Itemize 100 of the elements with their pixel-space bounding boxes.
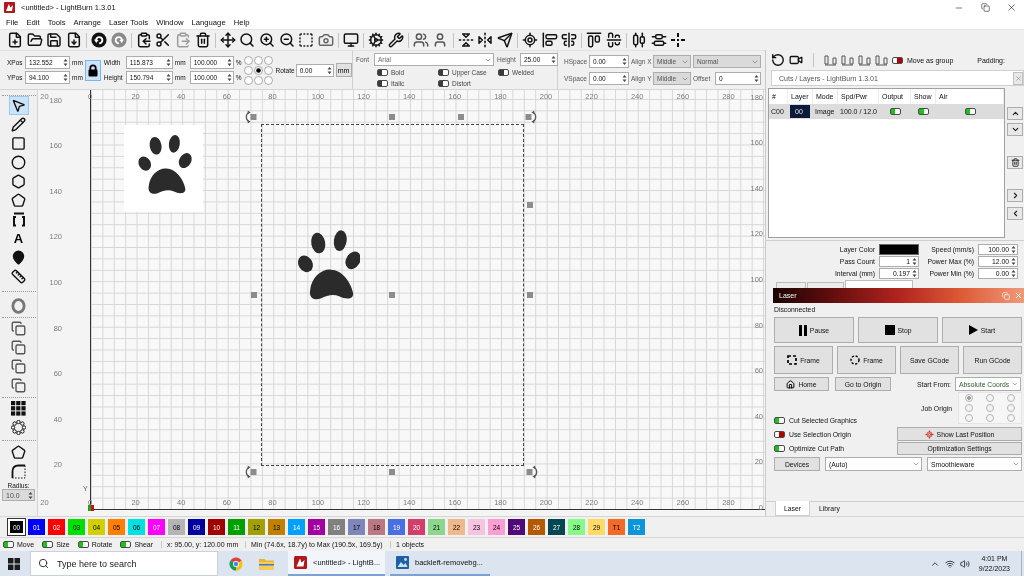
anchor-radio[interactable] (264, 75, 274, 85)
toggle-switch[interactable] (774, 431, 785, 438)
toggle-switch[interactable] (774, 417, 785, 424)
paper-plane-icon[interactable] (496, 32, 513, 48)
spin-arrows-icon[interactable] (1011, 257, 1016, 266)
spin-arrows-icon[interactable] (63, 58, 68, 67)
wifi-icon[interactable] (944, 558, 955, 569)
resize-handle[interactable] (389, 114, 395, 120)
resize-handle[interactable] (527, 292, 533, 298)
speaker-icon[interactable] (959, 558, 970, 569)
spin-arrows-icon[interactable] (326, 65, 332, 75)
anchor-radio[interactable] (244, 65, 254, 75)
dashed-square-icon[interactable] (298, 32, 315, 48)
folder-icon[interactable] (26, 32, 43, 48)
spin-arrows-icon[interactable] (551, 55, 556, 64)
anchor-radio[interactable] (244, 75, 254, 85)
lock-aspect-button[interactable] (84, 59, 101, 81)
scissors-icon[interactable] (155, 32, 172, 48)
search-field[interactable]: Type here to search (30, 551, 218, 576)
camera-icon[interactable] (317, 32, 334, 48)
toggle-switch[interactable] (892, 56, 903, 64)
mirror-icon[interactable] (457, 32, 474, 48)
origin-radio[interactable] (986, 394, 994, 402)
select-tool-button[interactable] (8, 96, 29, 115)
rotate-handle-icon[interactable] (245, 465, 259, 479)
resize-handle[interactable] (527, 202, 533, 208)
rotate-handle-icon[interactable] (524, 465, 538, 479)
monitor-icon[interactable] (342, 32, 359, 48)
spin-arrows-icon[interactable] (63, 73, 68, 82)
save-icon[interactable] (46, 32, 63, 48)
anchor-radio[interactable] (264, 65, 274, 75)
origin-radio[interactable] (986, 414, 994, 422)
collapse-button[interactable] (1007, 207, 1023, 220)
align-middle-icon[interactable] (605, 32, 622, 48)
align-top-icon[interactable] (586, 32, 603, 48)
toggle-switch[interactable] (120, 541, 132, 548)
origin-radio[interactable] (1006, 414, 1015, 422)
origin-radio[interactable] (1006, 404, 1015, 412)
undo-icon[interactable] (90, 32, 107, 48)
origin-radio[interactable] (965, 404, 974, 412)
rotate-handle-icon[interactable] (245, 110, 259, 124)
grid-array-tool-button[interactable] (8, 399, 29, 418)
spin-arrows-icon[interactable] (226, 58, 232, 67)
wrench-icon[interactable] (387, 32, 404, 48)
file-arrow-icon[interactable] (65, 32, 82, 48)
users-icon[interactable] (412, 32, 429, 48)
spin-arrows-icon[interactable] (622, 57, 627, 66)
new-file-icon[interactable] (7, 32, 23, 48)
anchor-radio[interactable] (254, 75, 264, 85)
zoom-out-icon[interactable] (278, 32, 295, 48)
origin-radio[interactable] (965, 394, 974, 402)
toggle-switch[interactable] (42, 541, 54, 548)
anchor-radio[interactable] (254, 65, 264, 75)
spin-arrows-icon[interactable] (912, 269, 917, 278)
spin-arrows-icon[interactable] (165, 58, 171, 67)
mirror-icon[interactable] (477, 32, 494, 48)
crosshair-icon[interactable] (522, 32, 538, 48)
layer-color-swatch[interactable] (879, 244, 919, 255)
spin-arrows-icon[interactable] (1011, 245, 1016, 254)
move-icon[interactable] (219, 32, 236, 48)
delete-button[interactable] (1007, 156, 1023, 169)
spin-arrows-icon[interactable] (165, 73, 171, 82)
spin-arrows-icon[interactable] (622, 74, 627, 83)
toggle-switch[interactable] (889, 108, 901, 115)
zoom-in-icon[interactable] (258, 32, 275, 48)
rotate-handle-icon[interactable] (523, 110, 537, 124)
copy-icon[interactable] (135, 32, 152, 48)
align-center-icon[interactable] (561, 32, 578, 48)
resize-handle[interactable] (458, 114, 464, 120)
dashed-plus-icon[interactable] (670, 32, 687, 48)
spin-arrows-icon[interactable] (1011, 269, 1016, 278)
spin-arrows-icon[interactable] (912, 257, 917, 266)
resize-handle[interactable] (389, 292, 395, 298)
curved-arrow-icon[interactable] (771, 53, 785, 67)
trash-icon[interactable] (194, 32, 211, 48)
move-down-button[interactable] (1007, 123, 1023, 136)
resize-handle[interactable] (251, 292, 257, 298)
settings-icon[interactable] (368, 32, 385, 48)
expand-button[interactable] (1007, 189, 1023, 202)
resize-handle[interactable] (389, 469, 395, 475)
spin-arrows-icon[interactable] (28, 490, 33, 500)
move-up-button[interactable] (1007, 107, 1023, 120)
toggle-switch[interactable] (774, 445, 785, 452)
anchor-radio[interactable] (254, 55, 264, 65)
origin-radio[interactable] (965, 414, 974, 422)
selection-box[interactable] (261, 124, 524, 466)
spin-arrows-icon[interactable] (754, 74, 759, 83)
anchor-radio[interactable] (244, 55, 254, 65)
distribute-icon[interactable] (631, 32, 648, 48)
video-camera-icon[interactable] (789, 53, 803, 67)
toggle-switch[interactable] (3, 541, 14, 548)
anchor-radio[interactable] (264, 55, 274, 65)
toggle-switch[interactable] (918, 108, 929, 115)
align-left-icon[interactable] (541, 32, 558, 48)
origin-radio[interactable] (1006, 394, 1015, 402)
toggle-switch[interactable] (77, 541, 89, 548)
circular-array-tool-button[interactable] (8, 418, 29, 437)
origin-radio[interactable] (986, 404, 994, 412)
distribute-icon[interactable] (650, 32, 667, 48)
text-tool-button[interactable]: A (8, 229, 29, 248)
